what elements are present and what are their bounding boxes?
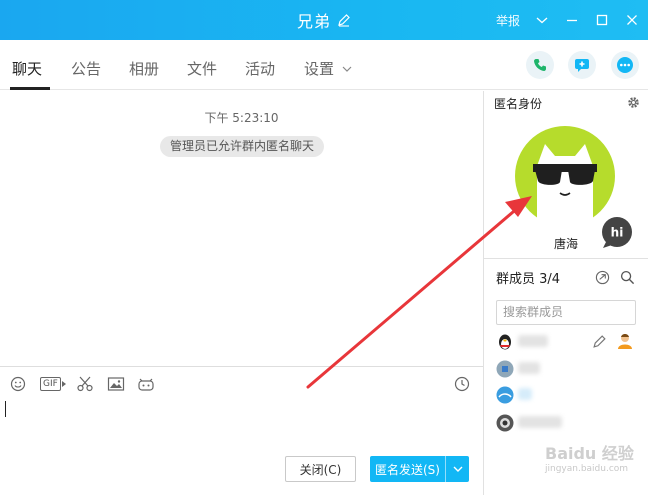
text-caret (5, 401, 6, 417)
member-row[interactable] (496, 412, 636, 436)
sticker-icon[interactable] (137, 375, 155, 393)
send-label: 匿名发送(S) (375, 462, 440, 477)
member-row[interactable] (496, 384, 636, 408)
anonymous-name: 唐海 (553, 237, 578, 251)
edit-title-icon[interactable] (337, 13, 351, 27)
system-message: 管理员已允许群内匿名聊天 (160, 136, 325, 157)
more-icon (617, 57, 633, 73)
window-title: 兄弟 (296, 12, 331, 31)
phone-icon (534, 59, 546, 71)
anonymous-send-button[interactable]: 匿名发送(S) (370, 456, 469, 482)
emoji-icon[interactable] (10, 375, 26, 393)
right-panel: 匿名身份 hi 唐海 群成员 3/4 搜索群成员 (484, 91, 648, 495)
member-avatar (496, 360, 514, 378)
invite-member-icon[interactable] (595, 270, 610, 285)
active-tab-indicator (10, 87, 50, 90)
anonymous-identity-title: 匿名身份 (494, 97, 543, 111)
input-toolbar: GIF (0, 367, 483, 401)
member-name-blurred (518, 335, 548, 347)
title-bar: 兄弟 举报 (0, 0, 648, 40)
owner-icon (616, 332, 634, 353)
right-panel-separator (484, 258, 648, 259)
tab-files[interactable]: 文件 (187, 40, 217, 90)
member-avatar (496, 414, 514, 432)
gif-icon[interactable]: GIF (40, 375, 67, 393)
message-timestamp: 下午 5:23:10 (204, 111, 279, 125)
gear-icon[interactable] (626, 95, 641, 110)
member-row[interactable] (496, 331, 636, 355)
tab-chat[interactable]: 聊天 (12, 40, 42, 90)
watermark-url: jingyan.baidu.com (545, 464, 629, 474)
members-count: 群成员 3/4 (496, 272, 561, 287)
member-name-blurred (518, 388, 532, 400)
baidu-watermark: Baidu 经验 jingyan.baidu.com (545, 440, 645, 480)
settings-chevron-icon[interactable] (341, 63, 353, 77)
search-icon[interactable] (620, 270, 635, 285)
tab-activities[interactable]: 活动 (245, 40, 275, 90)
member-name-blurred (518, 416, 562, 428)
member-avatar (496, 386, 514, 404)
chevron-down-icon[interactable] (534, 12, 550, 28)
anonymous-avatar[interactable] (515, 126, 615, 226)
maximize-icon[interactable] (594, 12, 610, 28)
member-name-blurred (518, 362, 540, 374)
phone-call-button[interactable] (526, 51, 554, 79)
message-input[interactable]: 关闭(C) 匿名发送(S) (0, 401, 483, 495)
more-button[interactable] (611, 51, 639, 79)
chat-messages-area: 下午 5:23:10 管理员已允许群内匿名聊天 (0, 91, 483, 365)
tab-announcement[interactable]: 公告 (71, 40, 101, 90)
watermark-brand: Baidu 经验 (545, 444, 634, 463)
report-link[interactable]: 举报 (496, 12, 520, 29)
tab-settings[interactable]: 设置 (304, 40, 334, 90)
send-options-chevron-icon[interactable] (446, 464, 469, 474)
member-row[interactable] (496, 358, 636, 382)
minimize-icon[interactable] (564, 12, 580, 28)
add-app-button[interactable] (568, 51, 596, 79)
member-search-input[interactable]: 搜索群成员 (496, 300, 636, 325)
qq-penguin-icon (499, 334, 511, 350)
add-message-icon (575, 59, 589, 72)
edit-icon[interactable] (592, 334, 607, 352)
tab-album[interactable]: 相册 (129, 40, 159, 90)
close-icon[interactable] (624, 12, 640, 28)
history-clock-icon[interactable] (454, 375, 470, 393)
close-button[interactable]: 关闭(C) (285, 456, 356, 482)
image-icon[interactable] (107, 375, 125, 393)
scissors-icon[interactable] (76, 375, 94, 393)
